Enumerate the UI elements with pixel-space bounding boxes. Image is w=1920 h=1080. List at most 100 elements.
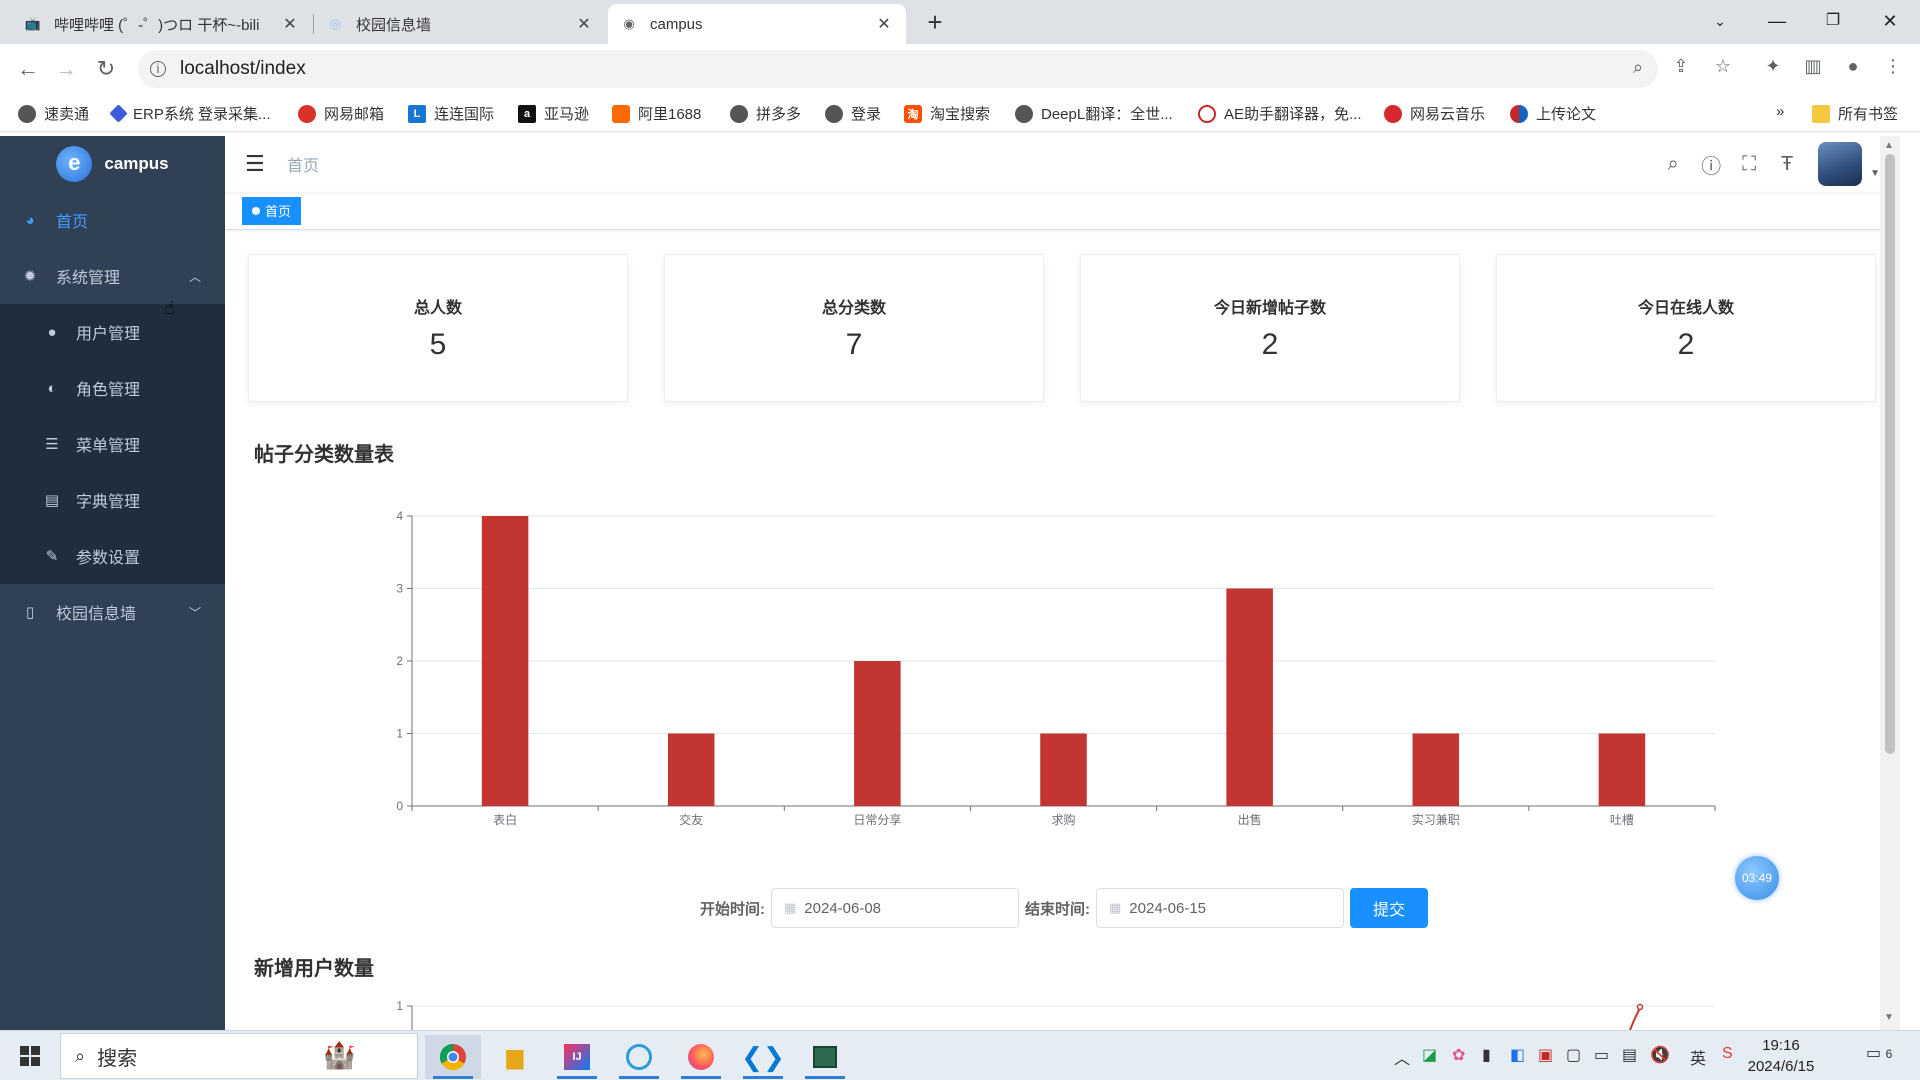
scroll-down-icon[interactable]: ▼ xyxy=(1884,1012,1894,1023)
tray-expand-icon[interactable]: ︿ xyxy=(1394,1045,1410,1069)
bookmark-item[interactable]: ERP系统 登录采集... xyxy=(109,103,271,124)
tray-cloud-icon[interactable]: ◧ xyxy=(1510,1045,1525,1065)
sidebar-item-params[interactable]: ✎ 参数设置 xyxy=(0,528,225,584)
all-bookmarks-folder[interactable]: 所有书签 xyxy=(1812,103,1898,124)
close-icon[interactable]: ✕ xyxy=(574,14,594,34)
page-scrollbar[interactable]: ▲ ▼ xyxy=(1880,136,1900,1030)
timer-badge[interactable]: 03:49 xyxy=(1735,856,1779,900)
bookmark-item[interactable]: 网易云音乐 xyxy=(1384,103,1485,124)
restore-button[interactable]: ❐ xyxy=(1813,6,1853,36)
bookmark-item[interactable]: 上传论文 xyxy=(1510,103,1596,124)
terminal-icon[interactable] xyxy=(797,1035,853,1079)
taskbar-search-placeholder: 搜索 xyxy=(97,1047,138,1070)
intellij-idea-icon[interactable]: IJ xyxy=(549,1035,605,1079)
chrome-taskbar-icon[interactable] xyxy=(425,1035,481,1079)
bookmark-label: 所有书签 xyxy=(1838,106,1899,123)
tab-bilibili[interactable]: 📺 哔哩哔哩 (゜-゜)つロ 干杯~-bili ✕ xyxy=(12,4,312,44)
bookmark-item[interactable]: a 亚马逊 xyxy=(518,103,589,124)
back-button[interactable]: ← xyxy=(12,53,44,85)
tray-flower-icon[interactable]: ✿ xyxy=(1452,1045,1465,1065)
zoom-icon[interactable]: ⌕ xyxy=(1633,57,1643,78)
tab-campus-wall[interactable]: ◎ 校园信息墙 ✕ xyxy=(314,4,606,44)
more-menu-icon[interactable]: ⋮ xyxy=(1880,56,1906,77)
fullscreen-icon[interactable]: ⛶ xyxy=(1730,153,1768,176)
battery-icon[interactable]: ▭ xyxy=(1594,1045,1609,1065)
info-icon[interactable]: i xyxy=(150,61,166,77)
profile-icon[interactable]: ● xyxy=(1840,56,1866,77)
taskbar-clock[interactable]: 19:16 2024/6/15 xyxy=(1745,1035,1817,1077)
notification-center-icon[interactable]: ▭ 6 xyxy=(1866,1043,1892,1063)
bookmark-item[interactable]: 网易邮箱 xyxy=(298,103,384,124)
volume-muted-icon[interactable]: 🔇 xyxy=(1650,1045,1670,1065)
taskbar-search[interactable]: ⌕ 搜索 🏰 xyxy=(60,1033,418,1079)
search-icon[interactable]: ⌕ xyxy=(1654,153,1692,176)
caret-down-icon[interactable]: ▼ xyxy=(1870,168,1880,179)
bookmark-item[interactable]: 阿里1688 xyxy=(612,103,701,124)
tab-campus[interactable]: ◉ campus ✕ xyxy=(608,4,906,44)
reload-button[interactable]: ↻ xyxy=(90,53,122,85)
end-date-input[interactable]: ▦ 2024-06-15 xyxy=(1096,888,1344,928)
tag-home[interactable]: 首页 xyxy=(242,196,302,225)
sidebar-item-home[interactable]: ◕ 首页 xyxy=(0,192,225,248)
sidebar-item-roles[interactable]: ◐ 角色管理 xyxy=(0,360,225,416)
minimize-button[interactable]: — xyxy=(1757,6,1797,36)
side-panel-icon[interactable]: ▥ xyxy=(1800,56,1826,77)
ime-indicator[interactable]: 英 xyxy=(1690,1045,1706,1069)
file-explorer-icon[interactable]: ▆ xyxy=(487,1035,543,1079)
speech-bubble-icon: ▭ xyxy=(1866,1045,1882,1062)
sidebar-item-users[interactable]: ● 用户管理 xyxy=(0,304,225,360)
bookmark-item[interactable]: L 连连国际 xyxy=(408,103,494,124)
firefox-icon[interactable] xyxy=(673,1035,729,1079)
peoples-icon: ◐ xyxy=(47,379,57,397)
extensions-icon[interactable]: ✦ xyxy=(1760,56,1786,77)
app-logo[interactable]: e campus xyxy=(0,136,225,192)
close-window-button[interactable]: ✕ xyxy=(1870,6,1910,36)
bookmark-item[interactable]: 拼多多 xyxy=(730,103,801,124)
star-icon[interactable]: ☆ xyxy=(1710,56,1736,77)
network-icon[interactable]: ▤ xyxy=(1622,1045,1637,1065)
submit-button[interactable]: 提交 xyxy=(1350,888,1428,928)
bookmark-label: 网易云音乐 xyxy=(1410,106,1486,123)
scrollbar-thumb[interactable] xyxy=(1885,154,1895,754)
url-omnibox[interactable]: i localhost/index ⌕ xyxy=(138,50,1658,88)
bookmark-item[interactable]: AE助手翻译器，免... xyxy=(1198,103,1362,124)
tab-search-button[interactable]: ⌄ xyxy=(1700,6,1740,36)
bookmark-item[interactable]: DeepL翻译：全世... xyxy=(1015,103,1173,124)
vscode-icon[interactable]: ❮❯ xyxy=(735,1035,791,1079)
navicat-icon[interactable] xyxy=(611,1035,667,1079)
hamburger-icon[interactable]: ☰ xyxy=(245,151,269,177)
bookmarks-more-button[interactable]: » xyxy=(1776,103,1784,120)
sogou-ime-icon[interactable]: S xyxy=(1722,1045,1733,1063)
forward-button[interactable]: → xyxy=(50,53,82,85)
new-tab-button[interactable]: + xyxy=(920,8,950,38)
stat-card-new-posts-today: 今日新增帖子数 2 xyxy=(1080,254,1460,402)
windows-start-icon[interactable] xyxy=(10,1041,50,1071)
chevron-up-icon: ︿ xyxy=(188,269,201,284)
close-icon[interactable]: ✕ xyxy=(874,14,894,34)
sidebar-item-dict[interactable]: ▤ 字典管理 xyxy=(0,472,225,528)
microphone-icon[interactable]: ▮ xyxy=(1482,1045,1491,1065)
book-icon: ▯ xyxy=(25,604,35,621)
stat-card-title: 今日在线人数 xyxy=(1637,300,1734,317)
sidebar-item-label: 角色管理 xyxy=(76,382,141,399)
bookmark-item[interactable]: 登录 xyxy=(825,103,881,124)
bookmark-item[interactable]: 淘淘宝搜索 xyxy=(904,103,990,124)
sidebar-item-menus[interactable]: ☰ 菜单管理 xyxy=(0,416,225,472)
start-date-input[interactable]: ▦ 2024-06-08 xyxy=(771,888,1019,928)
share-icon[interactable]: ⇪ xyxy=(1668,56,1694,77)
close-icon[interactable]: ✕ xyxy=(280,14,300,34)
avatar[interactable] xyxy=(1818,142,1863,186)
bookmark-item[interactable]: 速卖通 xyxy=(18,103,89,124)
x-tick-label: 出售 xyxy=(1238,812,1262,827)
sidebar-item-system[interactable]: ✹ 系统管理 ︿ xyxy=(0,248,225,304)
end-time-label: 结束时间: xyxy=(1025,900,1090,918)
breadcrumb[interactable]: 首页 xyxy=(287,152,319,176)
tray-window-icon[interactable]: ▢ xyxy=(1566,1045,1581,1065)
help-icon[interactable]: ⓘ xyxy=(1692,150,1730,179)
tray-app-icon[interactable]: ◪ xyxy=(1422,1045,1437,1065)
sidebar-item-campus-wall[interactable]: ▯ 校园信息墙 ﹀ xyxy=(0,584,225,640)
tray-pdf-icon[interactable]: ▣ xyxy=(1538,1045,1553,1065)
scroll-up-icon[interactable]: ▲ xyxy=(1884,140,1894,151)
clock-date: 2024/6/15 xyxy=(1747,1058,1815,1075)
font-size-icon[interactable]: Ŧ xyxy=(1768,153,1806,176)
